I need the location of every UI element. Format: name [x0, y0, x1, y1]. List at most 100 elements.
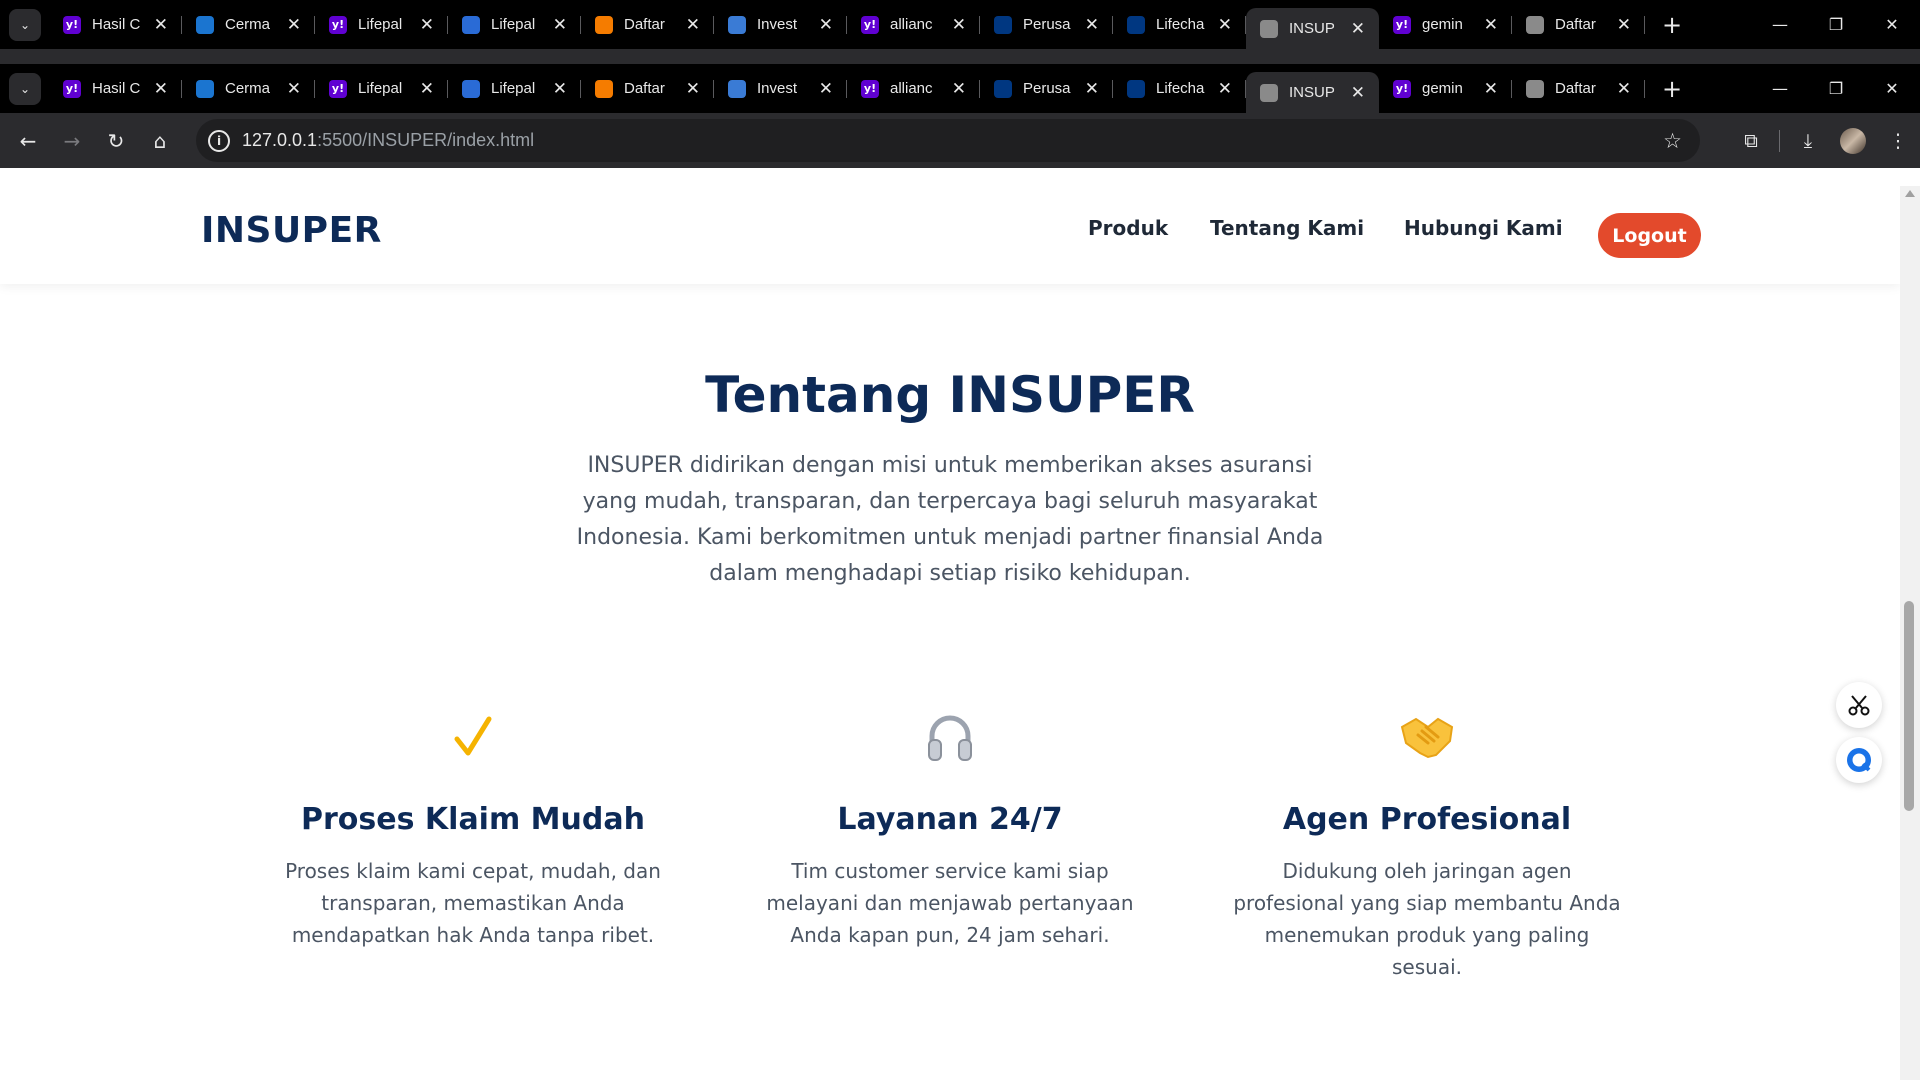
- minimize-icon[interactable]: —: [1752, 64, 1808, 113]
- tab-strip-ghost: ⌄ y! Hasil C ✕ Cerma ✕ y! Lifepal ✕ Lifepal ✕ Dafta…: [0, 0, 1920, 49]
- tab-close-icon[interactable]: ✕: [420, 15, 434, 35]
- tab-label: gemin: [1422, 80, 1463, 97]
- minimize-icon[interactable]: —: [1752, 0, 1808, 49]
- logout-button[interactable]: Logout: [1598, 213, 1701, 258]
- browser-tab[interactable]: Lifepal ✕: [448, 64, 581, 113]
- browser-tab[interactable]: y! Lifepal ✕: [315, 64, 448, 113]
- browser-tab[interactable]: Invest ✕: [714, 64, 847, 113]
- tab-close-icon[interactable]: ✕: [287, 15, 301, 35]
- restore-icon[interactable]: ❐: [1808, 64, 1864, 113]
- tab-label: INSUP: [1289, 84, 1335, 101]
- tab-close-icon[interactable]: ✕: [1617, 79, 1631, 99]
- nav-produk[interactable]: Produk: [1088, 216, 1168, 240]
- tab-label: Lifepal: [358, 16, 403, 33]
- restore-icon[interactable]: ❐: [1808, 0, 1864, 49]
- brand-logo[interactable]: INSUPER: [201, 210, 382, 251]
- tab-label: Daftar: [1555, 16, 1596, 33]
- tab-close-icon[interactable]: ✕: [1218, 79, 1232, 99]
- tab-close-icon[interactable]: ✕: [1218, 15, 1232, 35]
- browser-tab[interactable]: y! allianc ✕: [847, 64, 980, 113]
- tab-close-icon[interactable]: ✕: [553, 79, 567, 99]
- home-icon[interactable]: ⌂: [138, 129, 182, 153]
- browser-tab[interactable]: Cerma ✕: [182, 0, 315, 49]
- browser-tab[interactable]: y! Lifepal ✕: [315, 0, 448, 49]
- feature-text: Proses klaim kami cepat, mudah, dan tran…: [285, 859, 661, 947]
- new-tab-icon[interactable]: +: [1655, 11, 1689, 39]
- tab-close-icon[interactable]: ✕: [1085, 15, 1099, 35]
- page-scrollbar[interactable]: [1900, 186, 1920, 1080]
- back-icon[interactable]: ←: [6, 129, 50, 153]
- new-tab-icon[interactable]: +: [1655, 75, 1689, 103]
- browser-tab[interactable]: Perusa ✕: [980, 64, 1113, 113]
- tab-close-icon[interactable]: ✕: [1085, 79, 1099, 99]
- browser-tab[interactable]: INSUP ✕: [1246, 72, 1379, 113]
- bookmark-star-icon[interactable]: ☆: [1663, 129, 1682, 153]
- nav-tentang-kami[interactable]: Tentang Kami: [1210, 216, 1364, 240]
- browser-tab[interactable]: Invest ✕: [714, 0, 847, 49]
- tab-search-chevron-icon[interactable]: ⌄: [9, 72, 41, 105]
- tab-close-icon[interactable]: ✕: [154, 15, 168, 35]
- tab-search-chevron-icon[interactable]: ⌄: [9, 8, 41, 41]
- tab-close-icon[interactable]: ✕: [952, 15, 966, 35]
- close-window-icon[interactable]: ✕: [1864, 64, 1920, 113]
- lifepal-icon: [462, 15, 480, 34]
- tab-separator: [1644, 16, 1645, 34]
- tab-label: Cerma: [225, 16, 271, 33]
- tab-label: Lifepal: [491, 16, 536, 33]
- tab-close-icon[interactable]: ✕: [1484, 15, 1498, 35]
- about-description: INSUPER didirikan dengan misi untuk memb…: [576, 453, 1324, 586]
- site-info-icon[interactable]: i: [208, 129, 230, 152]
- browser-tab[interactable]: Daftar ✕: [1512, 0, 1645, 49]
- close-window-icon[interactable]: ✕: [1864, 0, 1920, 49]
- scrollbar-thumb[interactable]: [1904, 601, 1914, 811]
- browser-tab[interactable]: Lifepal ✕: [448, 0, 581, 49]
- feature-card-service: Layanan 24/7 Tim customer service kami s…: [750, 706, 1150, 951]
- chat-assistant-icon[interactable]: [1836, 737, 1882, 783]
- browser-tab[interactable]: Lifecha ✕: [1113, 0, 1246, 49]
- tab-close-icon[interactable]: ✕: [819, 79, 833, 99]
- browser-tab[interactable]: y! gemin ✕: [1379, 0, 1512, 49]
- extensions-icon[interactable]: ⧉: [1729, 130, 1773, 152]
- browser-tab[interactable]: Cerma ✕: [182, 64, 315, 113]
- tab-close-icon[interactable]: ✕: [686, 79, 700, 99]
- browser-tab[interactable]: y! Hasil C ✕: [49, 0, 182, 49]
- menu-kebab-icon[interactable]: ⋮: [1876, 130, 1920, 152]
- download-icon[interactable]: ⤓: [1786, 130, 1830, 152]
- globe-icon: [1260, 19, 1278, 38]
- tab-close-icon[interactable]: ✕: [420, 79, 434, 99]
- tab-close-icon[interactable]: ✕: [287, 79, 301, 99]
- tab-label: Daftar: [1555, 80, 1596, 97]
- browser-tab[interactable]: Perusa ✕: [980, 0, 1113, 49]
- browser-tab[interactable]: y! gemin ✕: [1379, 64, 1512, 113]
- url-text[interactable]: 127.0.0.1:5500/INSUPER/index.html: [242, 130, 534, 151]
- tab-label: Lifecha: [1156, 16, 1205, 33]
- scroll-up-arrow-icon[interactable]: [1905, 190, 1915, 197]
- scissors-icon[interactable]: [1836, 682, 1882, 728]
- tab-close-icon[interactable]: ✕: [1351, 83, 1365, 103]
- browser-tab[interactable]: INSUP ✕: [1246, 8, 1379, 49]
- tab-close-icon[interactable]: ✕: [553, 15, 567, 35]
- tab-close-icon[interactable]: ✕: [1484, 79, 1498, 99]
- browser-tab[interactable]: Daftar ✕: [581, 64, 714, 113]
- tab-close-icon[interactable]: ✕: [154, 79, 168, 99]
- browser-tab[interactable]: Daftar ✕: [1512, 64, 1645, 113]
- reload-icon[interactable]: ↻: [94, 129, 138, 153]
- nav-hubungi-kami[interactable]: Hubungi Kami: [1404, 216, 1563, 240]
- tab-close-icon[interactable]: ✕: [819, 15, 833, 35]
- browser-tab[interactable]: y! Hasil C ✕: [49, 64, 182, 113]
- tab-separator: [1644, 80, 1645, 98]
- browser-chrome-ghost: ⌄ y! Hasil C ✕ Cerma ✕ y! Lifepal ✕ Lifepal ✕ Dafta…: [0, 0, 1920, 64]
- tab-close-icon[interactable]: ✕: [686, 15, 700, 35]
- address-bar[interactable]: i 127.0.0.1:5500/INSUPER/index.html ☆: [196, 119, 1700, 162]
- forward-icon[interactable]: →: [50, 129, 94, 153]
- profile-avatar[interactable]: [1840, 127, 1866, 154]
- browser-tab[interactable]: y! allianc ✕: [847, 0, 980, 49]
- browser-tab[interactable]: Daftar ✕: [581, 0, 714, 49]
- feature-text: Tim customer service kami siap melayani …: [766, 859, 1134, 947]
- globe-icon: [1526, 79, 1544, 98]
- browser-tab[interactable]: Lifecha ✕: [1113, 64, 1246, 113]
- tab-close-icon[interactable]: ✕: [1617, 15, 1631, 35]
- tab-label: Perusa: [1023, 16, 1071, 33]
- tab-close-icon[interactable]: ✕: [952, 79, 966, 99]
- tab-close-icon[interactable]: ✕: [1351, 19, 1365, 39]
